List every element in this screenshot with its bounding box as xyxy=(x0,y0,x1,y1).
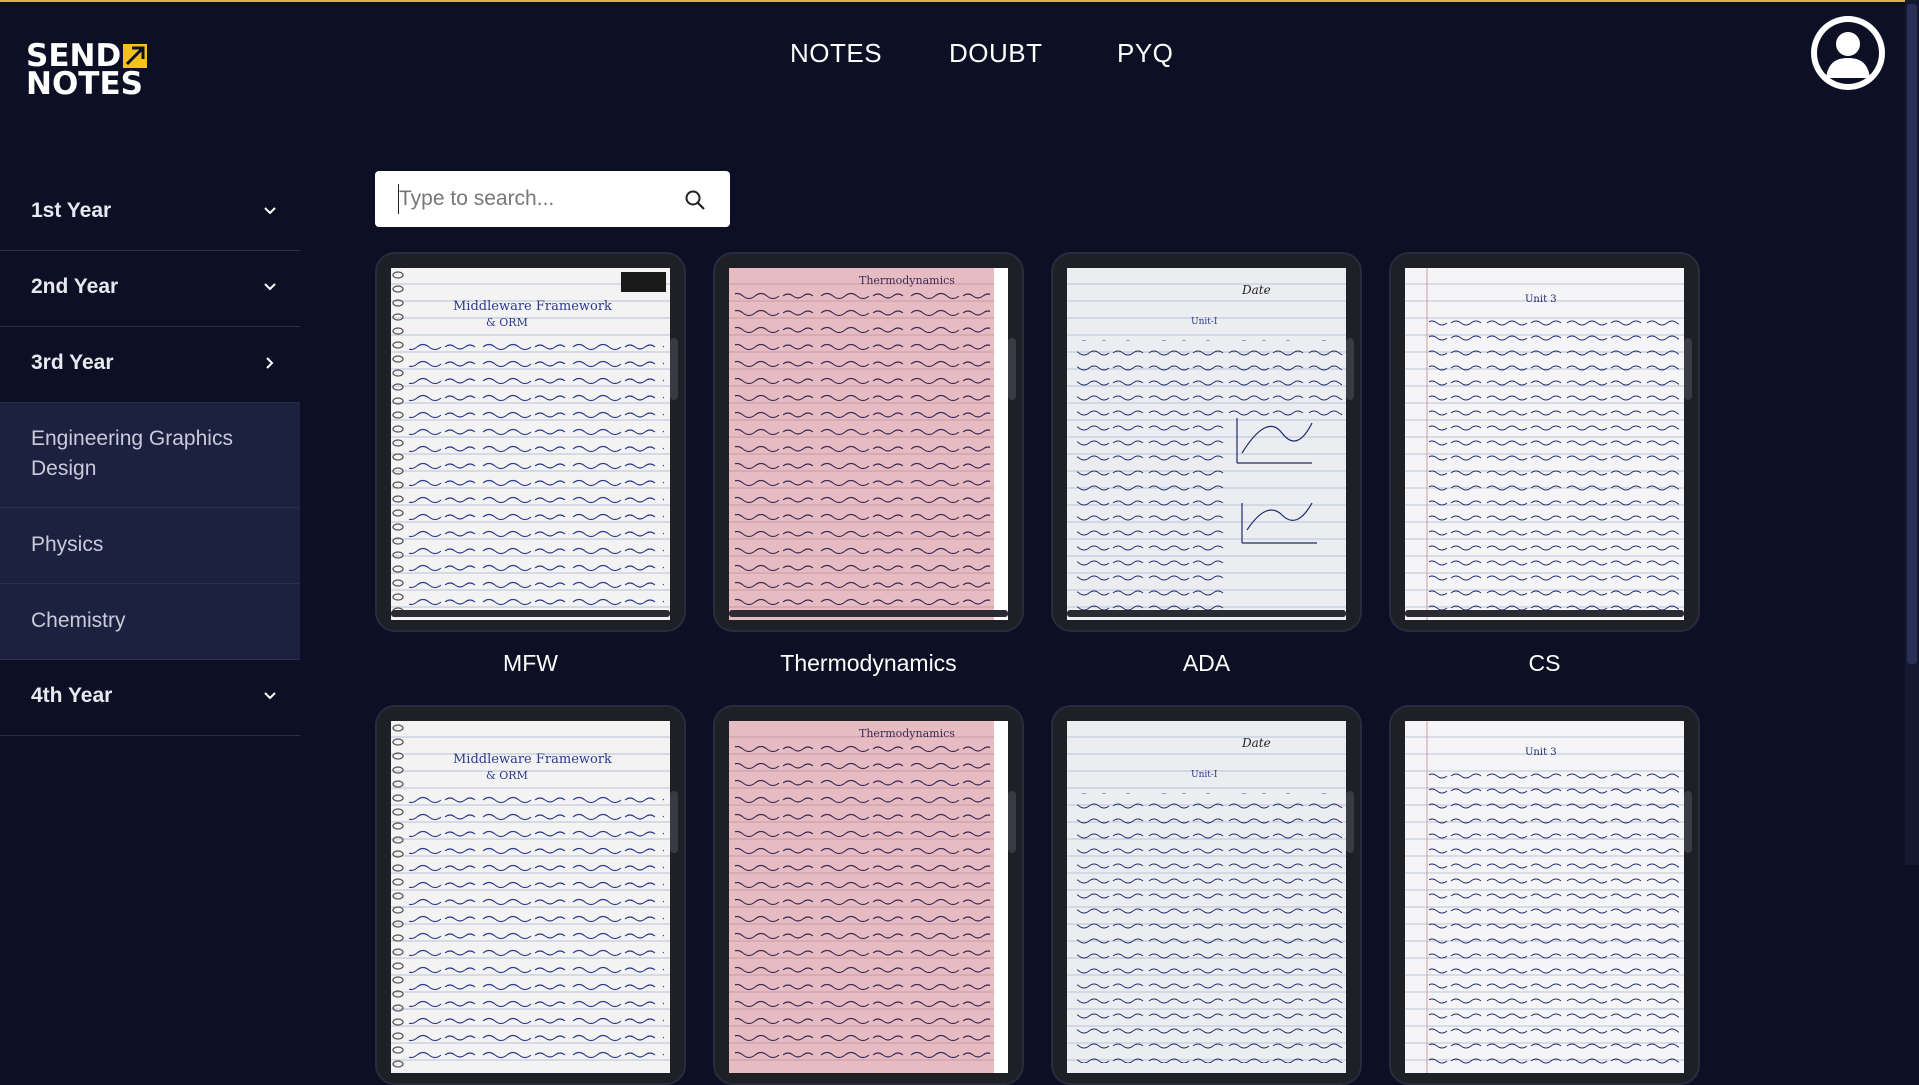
subject-label: Engineering Graphics Design xyxy=(31,427,233,480)
note-card-ada-2[interactable]: Date Unit-I xyxy=(1051,705,1362,1085)
device-home-bar xyxy=(391,610,670,617)
year-label: 3rd Year xyxy=(31,351,114,374)
note-title-ada[interactable]: ADA xyxy=(1051,650,1362,677)
scrollbar-thumb[interactable] xyxy=(1907,4,1917,664)
note-preview-image: Thermodynamics xyxy=(729,721,1008,1073)
device-side-button xyxy=(1008,338,1016,400)
mfw-page-title: Middleware Framework xyxy=(453,299,612,314)
note-preview-image: Unit 3 xyxy=(1405,268,1684,620)
user-icon xyxy=(1813,18,1883,88)
cs-unit-label: Unit 3 xyxy=(1525,747,1557,758)
chevron-right-icon xyxy=(266,357,274,369)
note-card-cs[interactable]: Unit 3 xyxy=(1389,252,1700,632)
note-card-thermodynamics[interactable]: Thermodynamics xyxy=(713,252,1024,632)
note-card-ada[interactable]: Date Unit-I xyxy=(1051,252,1362,632)
ada-unit-label: Unit-I xyxy=(1191,317,1218,327)
device-side-button xyxy=(1008,791,1016,853)
mfw-page-title: Middleware Framework xyxy=(453,752,612,767)
ada-date-label: Date xyxy=(1241,736,1271,750)
nav-doubt[interactable]: DOUBT xyxy=(949,38,1043,69)
note-preview-image: Middleware Framework & ORM xyxy=(391,721,670,1073)
note-card-mfw-2[interactable]: Middleware Framework & ORM xyxy=(375,705,686,1085)
nav-notes[interactable]: NOTES xyxy=(790,38,882,69)
device-side-button xyxy=(1684,338,1692,400)
sidebar-subject-chemistry[interactable]: Chemistry xyxy=(0,584,300,660)
ada-unit-label: Unit-I xyxy=(1191,770,1218,780)
year-label: 4th Year xyxy=(31,684,113,707)
note-card-mfw[interactable]: Middleware Framework & ORM xyxy=(375,252,686,632)
subject-label: Physics xyxy=(31,533,104,556)
device-home-bar xyxy=(1405,610,1684,617)
sidebar-year-1[interactable]: 1st Year xyxy=(0,175,300,251)
year-sidebar: 1st Year 2nd Year 3rd Year Engineering G… xyxy=(0,175,300,736)
note-title-mfw[interactable]: MFW xyxy=(375,650,686,677)
device-home-bar xyxy=(1067,610,1346,617)
chevron-down-icon xyxy=(264,283,276,291)
mfw-page-subtitle: & ORM xyxy=(486,316,528,329)
note-title-thermodynamics[interactable]: Thermodynamics xyxy=(713,650,1024,677)
note-card-thermodynamics-2[interactable]: Thermodynamics xyxy=(713,705,1024,1085)
note-preview-image: Date Unit-I xyxy=(1067,268,1346,620)
subject-label: Chemistry xyxy=(31,609,126,632)
text-cursor xyxy=(398,184,399,214)
search-box[interactable] xyxy=(375,171,730,227)
note-preview-image: Middleware Framework & ORM xyxy=(391,268,670,620)
chevron-down-icon xyxy=(264,692,276,700)
device-side-button xyxy=(1684,791,1692,853)
sidebar-year-4[interactable]: 4th Year xyxy=(0,660,300,736)
mfw-page-subtitle: & ORM xyxy=(486,769,528,782)
note-preview-image: Thermodynamics xyxy=(729,268,1008,620)
profile-avatar-button[interactable] xyxy=(1811,16,1885,90)
top-accent-line xyxy=(0,0,1919,2)
thermo-page-title: Thermodynamics xyxy=(859,274,955,287)
ada-date-label: Date xyxy=(1241,283,1271,297)
year-label: 2nd Year xyxy=(31,275,119,298)
device-side-button xyxy=(670,791,678,853)
note-title-cs[interactable]: CS xyxy=(1389,650,1700,677)
thermo-page-title: Thermodynamics xyxy=(859,727,955,740)
sidebar-subject-physics[interactable]: Physics xyxy=(0,508,300,584)
device-side-button xyxy=(670,338,678,400)
note-preview-image: Unit 3 xyxy=(1405,721,1684,1073)
search-icon[interactable] xyxy=(684,189,706,211)
device-side-button xyxy=(1346,338,1354,400)
year-label: 1st Year xyxy=(31,199,112,222)
search-input[interactable] xyxy=(399,183,669,215)
top-nav: NOTES DOUBT PYQ xyxy=(0,38,1919,74)
note-preview-image: Date Unit-I xyxy=(1067,721,1346,1073)
cs-unit-label: Unit 3 xyxy=(1525,294,1557,305)
sidebar-year-3[interactable]: 3rd Year xyxy=(0,327,300,403)
logo-line-2: NOTES xyxy=(26,66,143,102)
sidebar-subject-engineering-graphics[interactable]: Engineering Graphics Design xyxy=(0,403,300,508)
chevron-down-icon xyxy=(264,207,276,215)
nav-pyq[interactable]: PYQ xyxy=(1117,38,1173,69)
device-side-button xyxy=(1346,791,1354,853)
sidebar-year-2[interactable]: 2nd Year xyxy=(0,251,300,327)
device-home-bar xyxy=(729,610,1008,617)
note-card-cs-2[interactable]: Unit 3 xyxy=(1389,705,1700,1085)
